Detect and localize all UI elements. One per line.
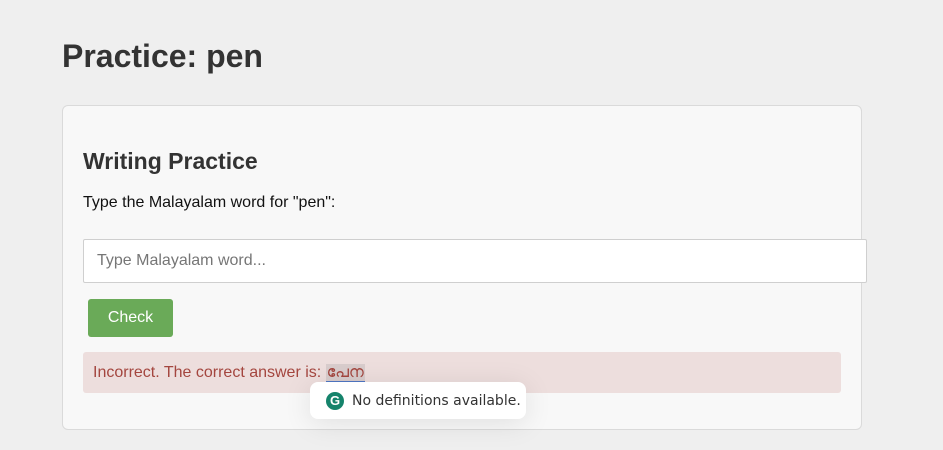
definition-tooltip: G No definitions available. [310, 382, 526, 419]
grammarly-icon: G [326, 391, 344, 410]
check-button[interactable]: Check [88, 299, 173, 337]
page-title: Practice: pen [62, 38, 263, 74]
correct-answer-word[interactable]: പേന [325, 364, 365, 383]
section-title: Writing Practice [83, 148, 258, 174]
tooltip-text: No definitions available. [352, 392, 521, 409]
answer-input[interactable] [83, 239, 867, 283]
prompt-text: Type the Malayalam word for "pen": [83, 194, 336, 211]
practice-page: Practice: pen Writing Practice Type the … [0, 0, 943, 450]
feedback-text: Incorrect. The correct answer is: [93, 364, 326, 381]
